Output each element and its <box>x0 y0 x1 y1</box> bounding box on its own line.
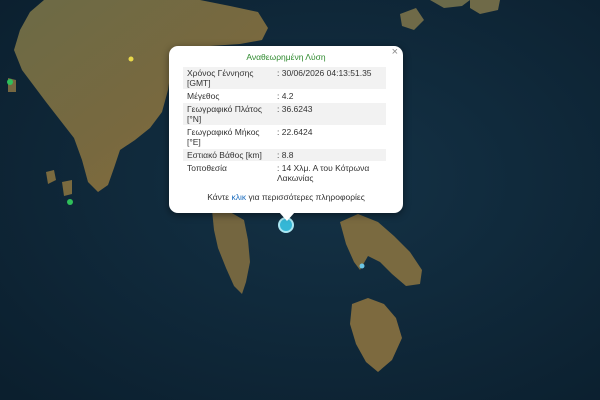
row-key-magnitude: Μέγεθος <box>187 91 220 101</box>
row-value-origin-time: : 30/06/2026 04:13:51.35 <box>273 67 386 90</box>
footer-text-after: για περισσότερες πληροφορίες <box>246 192 365 202</box>
table-row: Γεωγραφικό Μήκος [°E] : 22.6424 <box>183 126 386 149</box>
small-quake-marker[interactable] <box>7 79 13 85</box>
table-row: Χρόνος Γέννησης [GMT] : 30/06/2026 04:13… <box>183 67 386 90</box>
row-value-depth: : 8.8 <box>273 148 386 162</box>
row-value-latitude: : 36.6243 <box>273 102 386 126</box>
row-key-origin-time: Χρόνος Γέννησης [GMT] <box>183 67 273 90</box>
row-key-latitude: Γεωγραφικό Πλάτος [°N] <box>183 102 273 126</box>
small-quake-marker-4[interactable] <box>359 263 365 269</box>
popup-title: Αναθεωρημένη Λύση <box>246 52 326 62</box>
small-quake-marker-2[interactable] <box>67 199 73 205</box>
row-value-longitude: : 22.6424 <box>277 127 313 137</box>
small-quake-marker-3[interactable] <box>128 56 134 62</box>
row-key-location: Τοποθεσία <box>187 163 227 173</box>
row-value-location: : 14 Χλμ. Α του Κότρωνα Λακωνίας <box>277 163 370 183</box>
popup-pointer <box>279 212 295 221</box>
more-info-link[interactable]: κλικ <box>231 192 246 202</box>
row-key-longitude: Γεωγραφικό Μήκος [°E] <box>187 127 260 147</box>
table-row: Γεωγραφικό Πλάτος [°N] : 36.6243 <box>183 102 386 126</box>
close-icon[interactable]: × <box>392 47 398 58</box>
quake-info-popup: × Αναθεωρημένη Λύση Χρόνος Γέννησης [GMT… <box>169 46 403 221</box>
quake-details-table: Χρόνος Γέννησης [GMT] : 30/06/2026 04:13… <box>183 67 386 185</box>
row-value-magnitude: : 4.2 <box>277 91 294 101</box>
table-row: Μέγεθος : 4.2 <box>183 90 386 103</box>
row-key-depth: Εστιακό Βάθος [km] <box>183 148 273 162</box>
footer-text-before: Κάντε <box>207 192 232 202</box>
table-row: Τοποθεσία : 14 Χλμ. Α του Κότρωνα Λακωνί… <box>183 162 386 185</box>
popup-footer: Κάντε κλικ για περισσότερες πληροφορίες <box>169 192 403 202</box>
table-row: Εστιακό Βάθος [km] : 8.8 <box>183 148 386 162</box>
